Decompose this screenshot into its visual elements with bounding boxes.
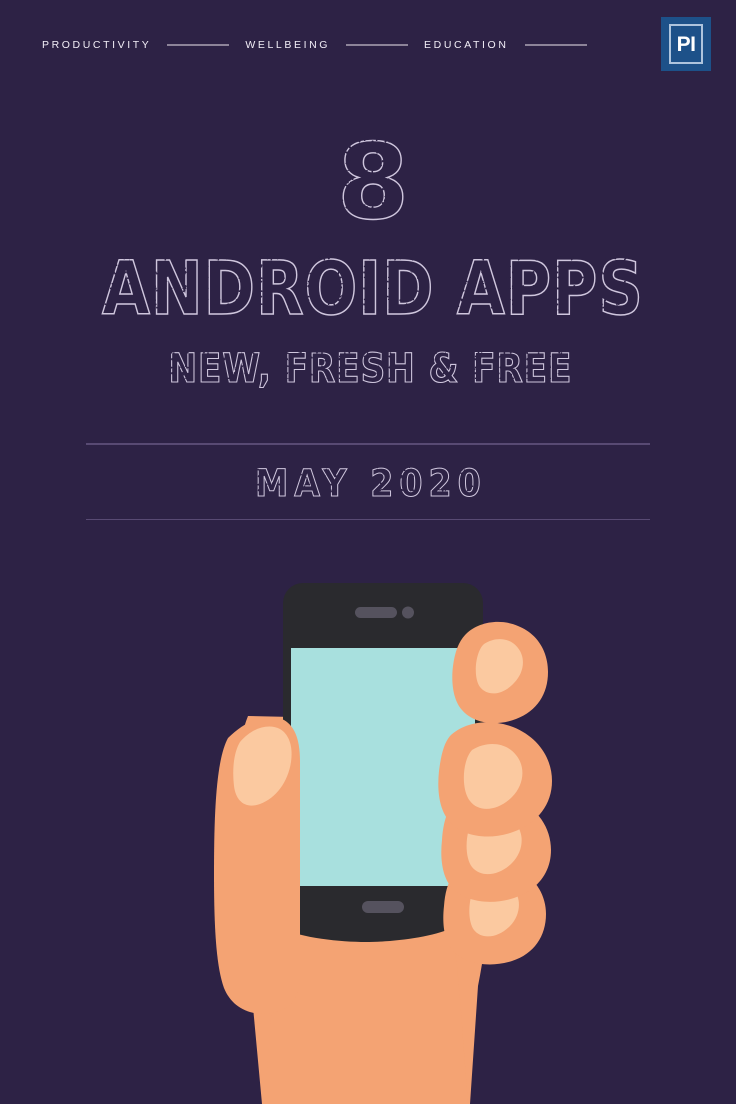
nav-divider-rule bbox=[167, 43, 230, 47]
hero-number: 8 8 bbox=[331, 117, 410, 239]
pi-logo[interactable]: PI bbox=[661, 17, 711, 71]
hero-subheadline-container: NEW, FRESH & FREE NEW, FRESH & FREE bbox=[0, 343, 736, 389]
date-rule-bottom bbox=[86, 518, 650, 520]
earpiece-speaker bbox=[355, 607, 397, 618]
pi-logo-frame: PI bbox=[669, 24, 703, 64]
nav-entry-education[interactable]: EDUCATION bbox=[424, 39, 602, 51]
thumb bbox=[214, 716, 300, 1014]
hero-number-container: 8 8 bbox=[0, 117, 736, 239]
hero-subheadline-face: NEW, FRESH & FREE bbox=[166, 343, 570, 389]
nav-label-education: EDUCATION bbox=[424, 39, 509, 51]
hand-holding-smartphone-illustration bbox=[0, 556, 736, 1104]
date-text: MAY 2020 MAY 2020 bbox=[252, 460, 484, 503]
home-button bbox=[362, 901, 404, 913]
fingers bbox=[438, 621, 552, 965]
hero-subheadline: NEW, FRESH & FREE NEW, FRESH & FREE bbox=[166, 343, 572, 389]
poster-canvas: PRODUCTIVITY WELLBEING EDUCATION PI 8 8 bbox=[0, 0, 736, 1104]
header-nav: PRODUCTIVITY WELLBEING EDUCATION PI bbox=[0, 0, 736, 90]
hero-headline: ANDROID APPS ANDROID APPS bbox=[97, 242, 643, 328]
date-text-face: MAY 2020 bbox=[252, 460, 484, 503]
pi-logo-text: PI bbox=[676, 32, 696, 56]
hero-headline-container: ANDROID APPS ANDROID APPS bbox=[0, 242, 736, 328]
nav-label-productivity: PRODUCTIVITY bbox=[42, 39, 152, 51]
hero-number-face: 8 bbox=[331, 117, 405, 239]
nav-list: PRODUCTIVITY WELLBEING EDUCATION bbox=[42, 0, 736, 90]
date-block: MAY 2020 MAY 2020 bbox=[86, 443, 650, 520]
date-text-container: MAY 2020 MAY 2020 bbox=[86, 445, 650, 519]
nav-label-wellbeing: WELLBEING bbox=[245, 39, 331, 51]
nav-entry-productivity[interactable]: PRODUCTIVITY bbox=[42, 39, 245, 51]
nav-divider-rule bbox=[346, 43, 409, 47]
hero-headline-face: ANDROID APPS bbox=[97, 242, 639, 328]
nav-entry-wellbeing[interactable]: WELLBEING bbox=[245, 39, 424, 51]
front-camera bbox=[402, 606, 414, 619]
nav-divider-rule bbox=[524, 43, 587, 47]
